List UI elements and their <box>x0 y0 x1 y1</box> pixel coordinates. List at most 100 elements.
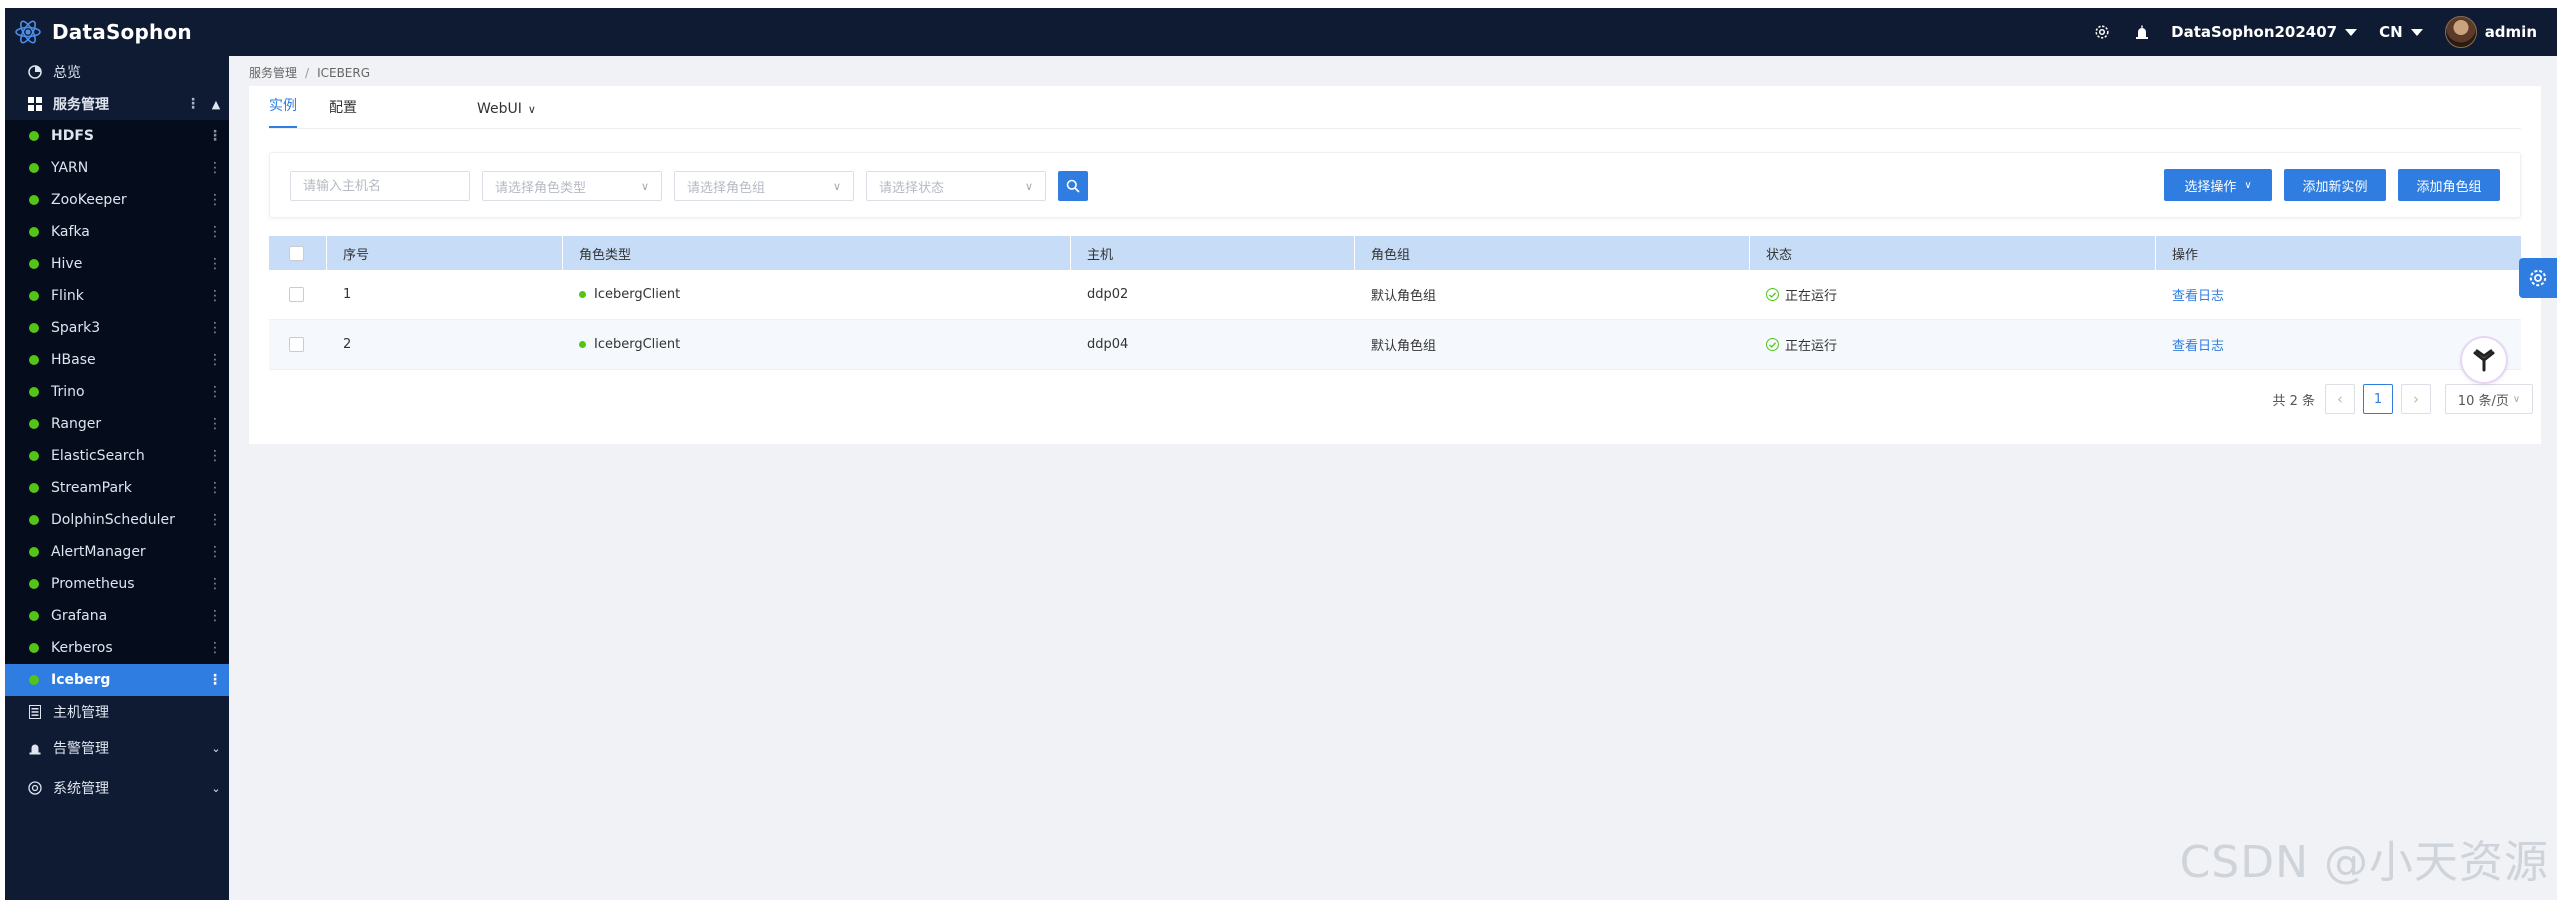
chevron-down-icon: ∨ <box>527 102 536 116</box>
search-button[interactable] <box>1058 171 1088 201</box>
row-role-group: 默认角色组 <box>1371 289 1437 304</box>
sidebar-item-kerberos[interactable]: Kerberos ⋮ <box>5 632 229 664</box>
breadcrumb-parent[interactable]: 服务管理 <box>249 66 297 80</box>
more-vertical-icon[interactable]: ⋮ <box>201 352 229 368</box>
chevron-up-icon[interactable]: ▲ <box>203 98 229 111</box>
add-instance-button[interactable]: 添加新实例 <box>2284 169 2386 201</box>
sidebar-item-service-management[interactable]: 服务管理 ⋮ ▲ <box>5 88 229 120</box>
instance-table: 序号 角色类型 主机 角色组 状态 操作 1 IcebergClient ddp… <box>269 236 2521 370</box>
more-vertical-icon[interactable]: ⋮ <box>201 640 229 656</box>
table-row: 2 IcebergClient ddp04 默认角色组 正在运行 查看日志 <box>269 320 2521 370</box>
sidebar-item-yarn[interactable]: YARN ⋮ <box>5 152 229 184</box>
sidebar-item-hbase[interactable]: HBase ⋮ <box>5 344 229 376</box>
sidebar-item-label: 总览 <box>53 65 81 81</box>
view-log-link[interactable]: 查看日志 <box>2172 285 2224 304</box>
more-vertical-icon[interactable]: ⋮ <box>201 160 229 176</box>
page-number-button[interactable]: 1 <box>2363 384 2393 414</box>
tab-bar: 实例 配置 WebUI ∨ <box>269 86 568 128</box>
tab-webui[interactable]: WebUI ∨ <box>477 101 536 128</box>
app-logo[interactable]: DataSophon <box>5 8 192 56</box>
more-vertical-icon[interactable]: ⋮ <box>201 480 229 496</box>
view-log-link[interactable]: 查看日志 <box>2172 335 2224 354</box>
sidebar-item-zookeeper[interactable]: ZooKeeper ⋮ <box>5 184 229 216</box>
more-vertical-icon[interactable]: ⋮ <box>201 288 229 304</box>
sidebar-item-alert-management[interactable]: 告警管理 ⌄ <box>5 728 229 768</box>
page-size-select[interactable]: 10 条/页 ∨ <box>2445 384 2533 414</box>
sidebar-item-host-management[interactable]: 主机管理 <box>5 696 229 728</box>
more-vertical-icon[interactable]: ⋮ <box>201 544 229 560</box>
sidebar-item-trino[interactable]: Trino ⋮ <box>5 376 229 408</box>
select-operation-label: 选择操作 <box>2184 179 2237 195</box>
alarm-bell-icon[interactable] <box>2131 21 2153 43</box>
status-select[interactable]: 请选择状态 ∨ <box>866 171 1046 201</box>
language-label: CN <box>2379 23 2403 41</box>
chevron-down-icon: ∨ <box>2244 179 2252 191</box>
sidebar-item-prometheus[interactable]: Prometheus ⋮ <box>5 568 229 600</box>
cluster-name: DataSophon202407 <box>2171 23 2338 41</box>
sidebar-item-dolphinscheduler[interactable]: DolphinScheduler ⋮ <box>5 504 229 536</box>
user-name[interactable]: admin <box>2485 23 2537 41</box>
status-dot <box>29 547 39 557</box>
role-type-select[interactable]: 请选择角色类型 ∨ <box>482 171 662 201</box>
row-checkbox-cell <box>269 320 327 369</box>
more-vertical-icon[interactable]: ⋮ <box>201 384 229 400</box>
next-page-button[interactable]: › <box>2401 384 2431 414</box>
sidebar-item-overview[interactable]: 总览 <box>5 56 229 88</box>
row-checkbox[interactable] <box>289 337 304 352</box>
row-role-group: 默认角色组 <box>1371 339 1437 354</box>
more-vertical-icon[interactable]: ⋮ <box>201 320 229 336</box>
sidebar-item-system-management[interactable]: 系统管理 ⌄ <box>5 768 229 808</box>
more-vertical-icon[interactable]: ⋮ <box>201 576 229 592</box>
select-operation-button[interactable]: 选择操作 ∨ <box>2164 169 2272 201</box>
more-vertical-icon[interactable]: ⋮ <box>201 608 229 624</box>
more-vertical-icon[interactable]: ⋮ <box>201 416 229 432</box>
host-search-input[interactable] <box>290 171 470 201</box>
floating-settings-button[interactable] <box>2519 258 2557 298</box>
sidebar-item-alertmanager[interactable]: AlertManager ⋮ <box>5 536 229 568</box>
row-host: ddp02 <box>1087 287 1129 302</box>
status-dot <box>29 355 39 365</box>
more-vertical-icon[interactable]: ⋮ <box>201 672 229 688</box>
more-vertical-icon[interactable]: ⋮ <box>183 96 203 112</box>
chevron-down-icon[interactable]: ⌄ <box>203 742 229 755</box>
more-vertical-icon[interactable]: ⋮ <box>201 128 229 144</box>
sidebar-item-kafka[interactable]: Kafka ⋮ <box>5 216 229 248</box>
tab-instance[interactable]: 实例 <box>269 95 297 128</box>
status-dot <box>29 611 39 621</box>
more-vertical-icon[interactable]: ⋮ <box>201 224 229 240</box>
more-vertical-icon[interactable]: ⋮ <box>201 448 229 464</box>
prev-page-button[interactable]: ‹ <box>2325 384 2355 414</box>
sidebar-item-streampark[interactable]: StreamPark ⋮ <box>5 472 229 504</box>
sidebar-item-hive[interactable]: Hive ⋮ <box>5 248 229 280</box>
sidebar-item-ranger[interactable]: Ranger ⋮ <box>5 408 229 440</box>
more-vertical-icon[interactable]: ⋮ <box>201 512 229 528</box>
cluster-selector[interactable]: DataSophon202407 <box>2171 23 2358 41</box>
sidebar-item-hdfs[interactable]: HDFS ⋮ <box>5 120 229 152</box>
settings-gear-icon[interactable] <box>2091 21 2113 43</box>
language-selector[interactable]: CN <box>2379 23 2423 41</box>
more-vertical-icon[interactable]: ⋮ <box>201 256 229 272</box>
select-all-checkbox[interactable] <box>289 245 304 261</box>
header-checkbox-cell <box>269 236 327 270</box>
user-avatar[interactable] <box>2444 16 2477 48</box>
header-status: 状态 <box>1750 236 2156 270</box>
more-vertical-icon[interactable]: ⋮ <box>201 192 229 208</box>
sidebar-item-flink[interactable]: Flink ⋮ <box>5 280 229 312</box>
service-label: Kafka <box>51 224 90 240</box>
floating-assistant-button[interactable] <box>2462 338 2506 382</box>
role-type-placeholder: 请选择角色类型 <box>495 180 587 196</box>
sidebar-item-label: 主机管理 <box>53 705 109 721</box>
sidebar-item-grafana[interactable]: Grafana ⋮ <box>5 600 229 632</box>
sidebar-item-spark3[interactable]: Spark3 ⋮ <box>5 312 229 344</box>
server-icon <box>27 704 43 720</box>
role-group-select[interactable]: 请选择角色组 ∨ <box>674 171 854 201</box>
chevron-down-icon[interactable]: ⌄ <box>203 782 229 795</box>
status-dot <box>29 131 39 141</box>
tab-config[interactable]: 配置 <box>329 97 357 128</box>
service-label: Kerberos <box>51 640 113 656</box>
sidebar-item-elasticsearch[interactable]: ElasticSearch ⋮ <box>5 440 229 472</box>
watermark: CSDN @小天资源 <box>2179 837 2549 888</box>
add-role-group-button[interactable]: 添加角色组 <box>2398 169 2500 201</box>
sidebar-item-iceberg[interactable]: Iceberg ⋮ <box>5 664 229 696</box>
row-checkbox[interactable] <box>289 287 304 302</box>
